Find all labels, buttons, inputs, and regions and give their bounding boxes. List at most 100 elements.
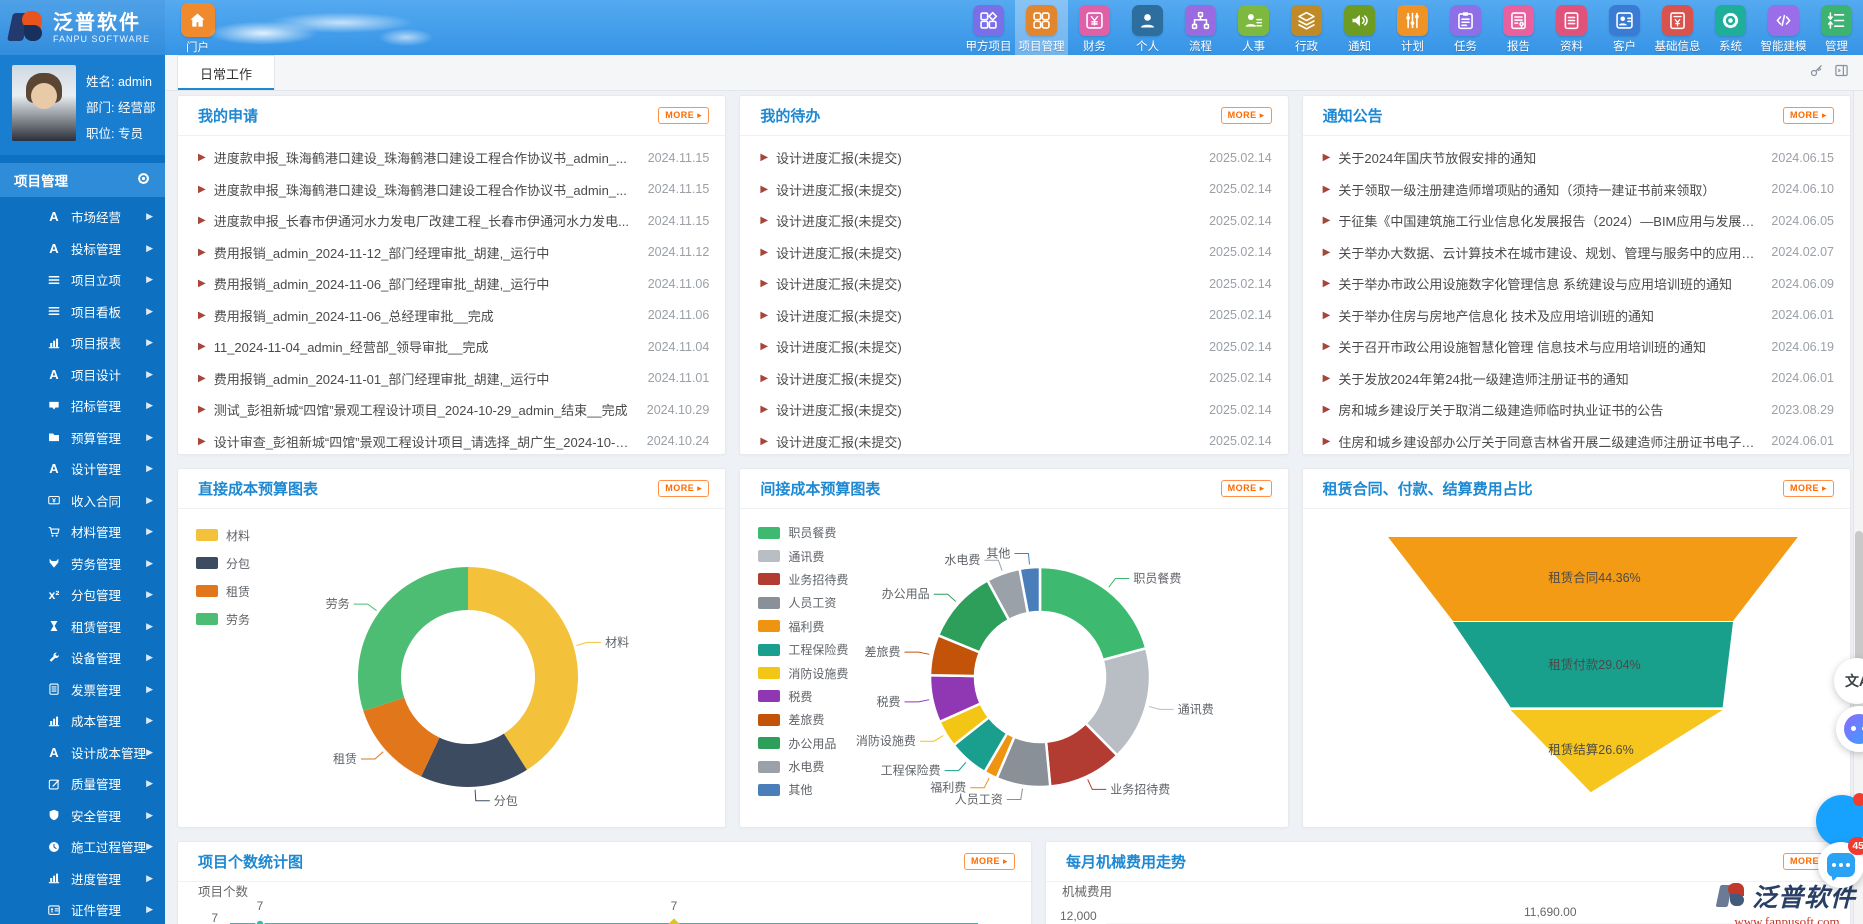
list-item[interactable]: ▶住房和城乡建设部办公厅关于同意吉林省开展二级建造师注册证书电子化试点...20… xyxy=(1303,426,1850,456)
list-item[interactable]: ▶测试_彭祖新城“四馆”景观工程设计项目_2024-10-29_admin_结束… xyxy=(178,394,725,426)
list-item[interactable]: ▶设计进度汇报(未提交)2025.02.14 xyxy=(740,426,1287,456)
legend-item[interactable]: 通讯费 xyxy=(758,544,848,567)
nav-item-11[interactable]: 报告 xyxy=(1492,0,1545,55)
qq-chat-button[interactable]: 45 xyxy=(1818,842,1863,888)
nav-item-15[interactable]: 系统 xyxy=(1704,0,1757,55)
more-button[interactable]: MORE xyxy=(1783,480,1834,497)
list-item[interactable]: ▶关于领取一级注册建造师增项贴的通知（须持一建证书前来领取）2024.06.10 xyxy=(1303,174,1850,206)
sidebar-item-15[interactable]: 设备管理 ▶ xyxy=(0,642,165,674)
sidebar-item-23[interactable]: 证件管理 ▶ xyxy=(0,894,165,924)
list-item[interactable]: ▶于征集《中国建筑施工行业信息化发展报告（2024）—BIM应用与发展》材料..… xyxy=(1303,205,1850,237)
sidebar-item-11[interactable]: 材料管理 ▶ xyxy=(0,516,165,548)
legend-item[interactable]: 材料 xyxy=(196,521,250,549)
sidebar-item-19[interactable]: 质量管理 ▶ xyxy=(0,768,165,800)
nav-item-9[interactable]: 计划 xyxy=(1386,0,1439,55)
list-item[interactable]: ▶关于举办大数据、云计算技术在城市建设、规划、管理与服务中的应用培训班...20… xyxy=(1303,237,1850,269)
sidebar-item-20[interactable]: 安全管理 ▶ xyxy=(0,800,165,832)
sidebar-item-21[interactable]: 施工过程管理 ▶ xyxy=(0,831,165,863)
sidebar-item-8[interactable]: 预算管理 ▶ xyxy=(0,422,165,454)
list-item[interactable]: ▶进度款申报_珠海鹤港口建设_珠海鹤港口建设工程合作协议书_admin_...2… xyxy=(178,142,725,174)
legend-item[interactable]: 差旅费 xyxy=(758,708,848,731)
nav-item-4[interactable]: 个人 xyxy=(1121,0,1174,55)
list-item[interactable]: ▶设计进度汇报(未提交)2025.02.14 xyxy=(740,142,1287,174)
list-item[interactable]: ▶11_2024-11-04_admin_经营部_领导审批__完成2024.11… xyxy=(178,331,725,363)
more-button[interactable]: MORE xyxy=(1221,107,1272,124)
more-button[interactable]: MORE xyxy=(1783,107,1834,124)
list-item[interactable]: ▶关于举办市政公用设施数字化管理信息 系统建设与应用培训班的通知2024.06.… xyxy=(1303,268,1850,300)
legend-item[interactable]: 租赁 xyxy=(196,577,250,605)
list-item[interactable]: ▶费用报销_admin_2024-11-12_部门经理审批_胡建,_运行中202… xyxy=(178,237,725,269)
collapse-panel-icon[interactable] xyxy=(1834,63,1849,83)
list-item[interactable]: ▶关于举办住房与房地产信息化 技术及应用培训班的通知2024.06.01 xyxy=(1303,300,1850,332)
sidebar-item-22[interactable]: 进度管理 ▶ xyxy=(0,863,165,895)
legend-item[interactable]: 分包 xyxy=(196,549,250,577)
list-item[interactable]: ▶设计进度汇报(未提交)2025.02.14 xyxy=(740,268,1287,300)
legend-item[interactable]: 办公用品 xyxy=(758,732,848,755)
more-button[interactable]: MORE xyxy=(964,853,1015,870)
legend-item[interactable]: 职员餐费 xyxy=(758,521,848,544)
sidebar-item-3[interactable]: 项目立项 ▶ xyxy=(0,264,165,296)
sidebar-item-17[interactable]: 成本管理 ▶ xyxy=(0,705,165,737)
sidebar-item-18[interactable]: A 设计成本管理 ▶ xyxy=(0,737,165,769)
nav-item-3[interactable]: 财务 xyxy=(1068,0,1121,55)
list-item[interactable]: ▶设计进度汇报(未提交)2025.02.14 xyxy=(740,237,1287,269)
nav-item-12[interactable]: 资料 xyxy=(1545,0,1598,55)
nav-item-8[interactable]: 通知 xyxy=(1333,0,1386,55)
list-item[interactable]: ▶设计进度汇报(未提交)2025.02.14 xyxy=(740,300,1287,332)
sidebar-item-10[interactable]: 收入合同 ▶ xyxy=(0,485,165,517)
scrollbar-thumb[interactable] xyxy=(1855,531,1863,671)
sidebar-item-6[interactable]: A 项目设计 ▶ xyxy=(0,359,165,391)
nav-item-portal[interactable]: 门户 xyxy=(171,0,224,55)
nav-item-14[interactable]: 基础信息 xyxy=(1651,0,1704,55)
sidebar-item-2[interactable]: A 投标管理 ▶ xyxy=(0,233,165,265)
legend-item[interactable]: 税费 xyxy=(758,685,848,708)
sidebar-item-1[interactable]: A 市场经营 ▶ xyxy=(0,201,165,233)
list-item[interactable]: ▶进度款申报_珠海鹤港口建设_珠海鹤港口建设工程合作协议书_admin_...2… xyxy=(178,174,725,206)
list-item[interactable]: ▶设计进度汇报(未提交)2025.02.14 xyxy=(740,394,1287,426)
more-button[interactable]: MORE xyxy=(1221,480,1272,497)
gear-icon[interactable] xyxy=(136,171,151,189)
list-item[interactable]: ▶设计进度汇报(未提交)2025.02.14 xyxy=(740,174,1287,206)
list-item[interactable]: ▶设计进度汇报(未提交)2025.02.14 xyxy=(740,205,1287,237)
nav-item-1[interactable]: 甲方项目 xyxy=(962,0,1015,55)
sidebar-item-12[interactable]: 劳务管理 ▶ xyxy=(0,548,165,580)
sidebar-item-7[interactable]: 招标管理 ▶ xyxy=(0,390,165,422)
list-item[interactable]: ▶关于2024年国庆节放假安排的通知2024.06.15 xyxy=(1303,142,1850,174)
list-item[interactable]: ▶费用报销_admin_2024-11-06_总经理审批__完成2024.11.… xyxy=(178,300,725,332)
nav-item-16[interactable]: 智能建模 xyxy=(1757,0,1810,55)
nav-item-5[interactable]: 流程 xyxy=(1174,0,1227,55)
nav-item-2[interactable]: 项目管理 xyxy=(1015,0,1068,55)
legend-item[interactable]: 业务招待费 xyxy=(758,568,848,591)
sidebar-item-16[interactable]: 发票管理 ▶ xyxy=(0,674,165,706)
legend-item[interactable]: 水电费 xyxy=(758,755,848,778)
list-item[interactable]: ▶设计进度汇报(未提交)2025.02.14 xyxy=(740,331,1287,363)
legend-item[interactable]: 福利费 xyxy=(758,615,848,638)
nav-item-17[interactable]: 管理 xyxy=(1810,0,1863,55)
legend-item[interactable]: 消防设施费 xyxy=(758,661,848,684)
nav-item-13[interactable]: 客户 xyxy=(1598,0,1651,55)
key-icon[interactable] xyxy=(1809,63,1824,83)
nav-item-10[interactable]: 任务 xyxy=(1439,0,1492,55)
more-button[interactable]: MORE xyxy=(658,480,709,497)
list-item[interactable]: ▶关于发放2024年第24批一级建造师注册证书的通知2024.06.01 xyxy=(1303,363,1850,395)
list-item[interactable]: ▶设计审查_彭祖新城“四馆”景观工程设计项目_请选择_胡广生_2024-10-2… xyxy=(178,426,725,456)
more-button[interactable]: MORE xyxy=(658,107,709,124)
legend-item[interactable]: 其他 xyxy=(758,778,848,801)
legend-item[interactable]: 劳务 xyxy=(196,605,250,633)
list-item[interactable]: ▶关于召开市政公用设施智慧化管理 信息技术与应用培训班的通知2024.06.19 xyxy=(1303,331,1850,363)
list-item[interactable]: ▶设计进度汇报(未提交)2025.02.14 xyxy=(740,363,1287,395)
list-item[interactable]: ▶房和城乡建设厅关于取消二级建造师临时执业证书的公告2023.08.29 xyxy=(1303,394,1850,426)
sidebar-item-9[interactable]: A 设计管理 ▶ xyxy=(0,453,165,485)
tab-daily-work[interactable]: 日常工作 xyxy=(177,55,275,90)
nav-item-7[interactable]: 行政 xyxy=(1280,0,1333,55)
legend-item[interactable]: 工程保险费 xyxy=(758,638,848,661)
sidebar-item-14[interactable]: 租赁管理 ▶ xyxy=(0,611,165,643)
list-item[interactable]: ▶费用报销_admin_2024-11-06_部门经理审批_胡建,_运行中202… xyxy=(178,268,725,300)
list-item[interactable]: ▶进度款申报_长春市伊通河水力发电厂改建工程_长春市伊通河水力发电...2024… xyxy=(178,205,725,237)
sidebar-item-13[interactable]: x² 分包管理 ▶ xyxy=(0,579,165,611)
nav-item-6[interactable]: 人事 xyxy=(1227,0,1280,55)
sidebar-item-5[interactable]: 项目报表 ▶ xyxy=(0,327,165,359)
list-item[interactable]: ▶费用报销_admin_2024-11-01_部门经理审批_胡建,_运行中202… xyxy=(178,363,725,395)
legend-item[interactable]: 人员工资 xyxy=(758,591,848,614)
sidebar-item-4[interactable]: 项目看板 ▶ xyxy=(0,296,165,328)
